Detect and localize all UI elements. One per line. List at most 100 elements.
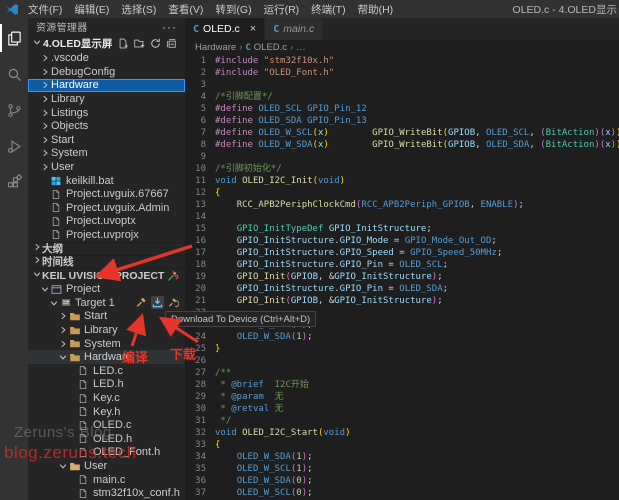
menu-bar: 文件(F) 编辑(E) 选择(S) 查看(V) 转到(G) 运行(R) 终端(T) 帮助(H): [22, 2, 399, 17]
file-icon: [51, 202, 64, 213]
keil-tools-icon[interactable]: [166, 270, 185, 282]
more-actions-icon[interactable]: ···: [162, 20, 177, 34]
file-icon: [78, 488, 91, 499]
search-icon[interactable]: [0, 56, 28, 92]
keil-item-library[interactable]: Library: [28, 323, 185, 337]
file-icon: [78, 393, 91, 404]
token-mac: OLED_SDA: [485, 140, 530, 150]
code-line-content: void OLED_I2C_Start(void): [215, 427, 351, 439]
explorer-item-library[interactable]: Library: [28, 92, 185, 106]
keil-item-start[interactable]: Start: [28, 310, 185, 324]
explorer-item-debugconfig[interactable]: DebugConfig: [28, 65, 185, 79]
folder-icon: [69, 325, 82, 336]
menu-item-r[interactable]: 运行(R): [258, 2, 306, 17]
chevron-right-icon: [58, 325, 69, 335]
explorer-item-project-uvprojx[interactable]: Project.uvprojx: [28, 228, 185, 242]
explorer-item-objects[interactable]: Objects: [28, 119, 185, 133]
keil-item-main-c[interactable]: main.c: [28, 473, 185, 487]
token-pp: #include: [215, 68, 259, 78]
new-folder-icon[interactable]: [134, 38, 145, 49]
explorer-item-hardware[interactable]: Hardware: [28, 78, 185, 93]
token-dtag: @param: [231, 392, 264, 402]
line-number: 11: [195, 176, 206, 186]
line-number: 1: [200, 56, 206, 66]
token-txt: ;: [307, 332, 313, 342]
keil-item-system[interactable]: System: [28, 337, 185, 351]
code-line-content: OLED_W_SDA(1);: [215, 331, 313, 343]
menu-item-h[interactable]: 帮助(H): [352, 2, 400, 17]
menu-item-s[interactable]: 选择(S): [115, 2, 162, 17]
tab-main-c[interactable]: Cmain.c: [265, 18, 324, 40]
source-control-icon[interactable]: [0, 92, 28, 128]
new-file-icon[interactable]: [118, 38, 129, 49]
project-icon: [51, 284, 64, 295]
token-cmt: 无: [263, 392, 284, 402]
keil-item-key-c[interactable]: Key.c: [28, 391, 185, 405]
keil-item-key-h[interactable]: Key.h: [28, 405, 185, 419]
token-cmt: I2C开始: [263, 380, 309, 390]
token-mac: GPIO_Pin_12: [307, 104, 367, 114]
breadcrumb-item-oled-c[interactable]: OLED.c: [254, 42, 287, 53]
chevron-right-icon: [40, 67, 51, 77]
explorer-item-vscode[interactable]: .vscode: [28, 51, 185, 65]
explorer-item-project-uvguix-67667[interactable]: Project.uvguix.67667: [28, 187, 185, 201]
tab-oled-c[interactable]: C OLED.c ×: [185, 18, 266, 40]
download-tooltip: Download To Device (Ctrl+Alt+D): [165, 311, 317, 327]
token-fn: OLED_I2C_Init: [242, 176, 313, 186]
explorer-item-start[interactable]: Start: [28, 133, 185, 147]
explorer-root-section[interactable]: 4.OLED显示屏: [28, 36, 185, 52]
build-icon[interactable]: [135, 296, 148, 309]
menu-item-f[interactable]: 文件(F): [22, 2, 68, 17]
token-fn: GPIO_WriteBit: [372, 140, 443, 150]
explorer-item-project-uvguix-admin[interactable]: Project.uvguix.Admin: [28, 201, 185, 215]
token-cmt: /*引脚初始化*/: [215, 164, 282, 174]
refresh-icon[interactable]: [150, 38, 161, 49]
keil-item-hardware[interactable]: Hardware: [28, 350, 185, 365]
rebuild-icon[interactable]: [167, 296, 180, 309]
vscode-window: 文件(F) 编辑(E) 选择(S) 查看(V) 转到(G) 运行(R) 终端(T) 帮助(H)…: [0, 0, 619, 500]
file-icon: [51, 229, 64, 240]
download-icon[interactable]: [151, 296, 164, 310]
collapse-all-icon[interactable]: [166, 38, 177, 49]
menu-item-e[interactable]: 编辑(E): [68, 2, 115, 17]
run-debug-icon[interactable]: [0, 128, 28, 164]
explorer-item-user[interactable]: User: [28, 160, 185, 174]
line-number: 14: [195, 212, 206, 222]
sidebar-section-[interactable]: 大纲: [28, 241, 185, 255]
breadcrumb-item-[interactable]: …: [296, 42, 306, 53]
explorer-item-listings[interactable]: Listings: [28, 106, 185, 120]
breadcrumb-item-hardware[interactable]: Hardware: [195, 42, 236, 53]
explorer-tree: .vscode DebugConfig Hardware Library Listing…: [28, 51, 185, 241]
code-line-content: /*引脚配置*/: [215, 91, 273, 103]
chevron-right-icon: [40, 80, 51, 90]
line-number: 31: [195, 416, 206, 426]
explorer-item-project-uvoptx[interactable]: Project.uvoptx: [28, 215, 185, 229]
sidebar-section-[interactable]: 时间线: [28, 254, 185, 268]
close-icon[interactable]: ×: [250, 23, 256, 35]
keil-item-led-h[interactable]: LED.h: [28, 378, 185, 392]
menu-item-g[interactable]: 转到(G): [209, 2, 257, 17]
bat-icon: [51, 176, 64, 186]
token-txt: ;: [307, 488, 313, 498]
explorer-item-keilkill-bat[interactable]: keilkill.bat: [28, 174, 185, 188]
chevron-down-icon: [32, 269, 42, 282]
token-var: GPIO_Mode: [339, 236, 389, 246]
explorer-item-system[interactable]: System: [28, 147, 185, 161]
code-line-content: #include "OLED_Font.h": [215, 67, 334, 79]
keil-item-target-1[interactable]: Target 1: [28, 296, 185, 310]
breadcrumb[interactable]: Hardware › C OLED.c ›…: [185, 40, 619, 55]
code-line-content: GPIO_InitStructure.GPIO_Pin = OLED_SCL;: [215, 259, 448, 271]
keil-item-led-c[interactable]: LED.c: [28, 364, 185, 378]
keil-item-project[interactable]: Project: [28, 283, 185, 297]
code-line: 25}: [185, 343, 619, 355]
explorer-icon[interactable]: [0, 20, 28, 56]
line-number: 7: [200, 128, 206, 138]
menu-item-t[interactable]: 终端(T): [305, 2, 351, 17]
keil-item-stm32f10x-conf-h[interactable]: stm32f10x_conf.h: [28, 486, 185, 500]
code-editor[interactable]: 1 #include "stm32f10x.h" 2 #include "OLED_F…: [185, 55, 619, 500]
extensions-icon[interactable]: [0, 164, 28, 200]
token-mac: OLED_W_SDA: [236, 476, 291, 486]
token-var: GPIO_Pin: [339, 260, 384, 270]
menu-item-v[interactable]: 查看(V): [162, 2, 209, 17]
keil-uvision-section-header[interactable]: KEIL UVISION PROJECT: [28, 267, 185, 283]
